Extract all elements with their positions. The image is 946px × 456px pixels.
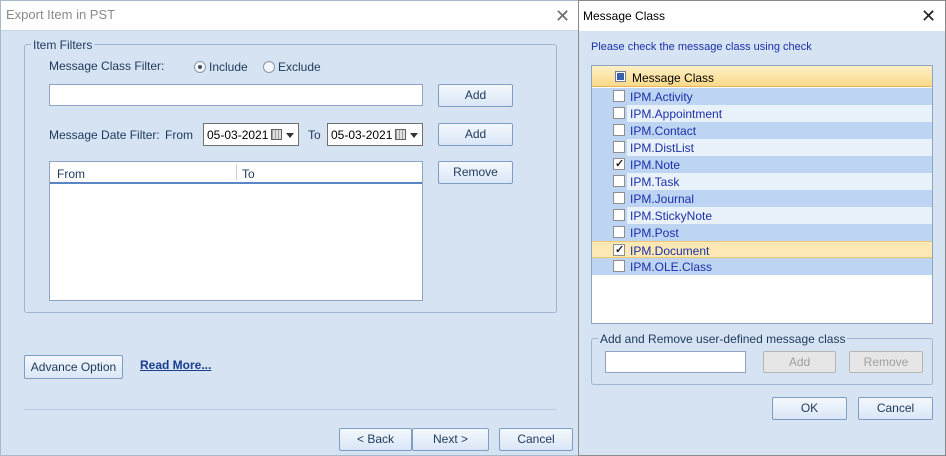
close-icon[interactable]: ✕ [921, 7, 936, 25]
user-class-input[interactable] [605, 351, 746, 373]
dialog-cancel-button[interactable]: Cancel [858, 397, 933, 420]
class-label: IPM.Appointment [630, 107, 723, 121]
list-item[interactable]: IPM.Note [592, 156, 932, 173]
chevron-down-icon [410, 133, 418, 138]
calendar-icon [271, 129, 282, 140]
partial-check-icon [617, 73, 624, 80]
class-label: IPM.Post [630, 226, 679, 240]
class-label: IPM.Contact [630, 124, 697, 138]
calendar-icon [395, 129, 406, 140]
class-label: IPM.Task [630, 175, 680, 189]
list-item[interactable]: IPM.OLE.Class [592, 258, 932, 275]
class-checkbox[interactable] [613, 209, 625, 221]
list-item[interactable]: IPM.Contact [592, 122, 932, 139]
list-item[interactable]: IPM.DistList [592, 139, 932, 156]
message-class-input[interactable] [49, 84, 423, 106]
class-label: IPM.OLE.Class [630, 260, 713, 274]
divider [24, 409, 557, 410]
column-from[interactable]: From [57, 167, 85, 181]
header-label: Message Class [632, 71, 715, 85]
back-button[interactable]: < Back [339, 428, 412, 451]
add-date-button[interactable]: Add [438, 123, 513, 146]
from-date-value: 05-03-2021 [207, 128, 269, 142]
list-item[interactable]: IPM.Appointment [592, 105, 932, 122]
class-label: IPM.DistList [630, 141, 695, 155]
class-checkbox[interactable] [613, 226, 625, 238]
class-label: IPM.Document [630, 244, 710, 258]
remove-user-class-button[interactable]: Remove [849, 351, 923, 373]
to-label: To [308, 128, 321, 142]
exclude-radio[interactable] [263, 61, 275, 73]
export-item-window: Export Item in PST ✕ Item Filters Messag… [0, 0, 580, 456]
user-defined-group-label: Add and Remove user-defined message clas… [598, 332, 848, 346]
remove-date-button[interactable]: Remove [438, 161, 513, 184]
advance-option-button[interactable]: Advance Option [24, 355, 123, 379]
from-label: From [165, 128, 193, 142]
class-checkbox[interactable] [613, 192, 625, 204]
message-class-dialog: Message Class ✕ Please check the message… [578, 0, 946, 456]
column-to[interactable]: To [242, 167, 255, 181]
exclude-label: Exclude [278, 60, 321, 74]
close-icon[interactable]: ✕ [555, 7, 570, 25]
class-label: IPM.Activity [630, 90, 693, 104]
item-filters-label: Item Filters [31, 38, 95, 52]
message-class-list[interactable]: Message Class IPM.Activity IPM.Appointmen… [591, 65, 933, 324]
class-checkbox[interactable] [613, 260, 625, 272]
class-checkbox[interactable] [613, 175, 625, 187]
column-divider [236, 164, 237, 180]
list-item[interactable]: IPM.Post [592, 224, 932, 241]
dialog-title-bar: Message Class ✕ [579, 1, 945, 31]
read-more-link[interactable]: Read More... [140, 358, 211, 372]
add-class-button[interactable]: Add [438, 84, 513, 107]
select-all-checkbox[interactable] [615, 71, 626, 82]
class-label: IPM.StickyNote [630, 209, 713, 223]
list-header: Message Class [592, 66, 932, 87]
class-label: IPM.Journal [630, 192, 695, 206]
window-title: Export Item in PST [6, 7, 116, 22]
class-checkbox[interactable] [613, 124, 625, 136]
class-label: IPM.Note [630, 158, 681, 172]
list-item[interactable]: IPM.Document [592, 241, 932, 258]
dialog-title: Message Class [583, 9, 666, 23]
message-class-filter-label: Message Class Filter: [49, 59, 165, 73]
chevron-down-icon [286, 133, 294, 138]
date-filter-list[interactable]: From To [49, 161, 423, 301]
to-date-picker[interactable]: 05-03-2021 [327, 123, 423, 146]
date-filter-label: Message Date Filter: [49, 128, 160, 142]
instruction-text: Please check the message class using che… [591, 41, 812, 53]
cancel-button[interactable]: Cancel [499, 428, 573, 451]
list-item[interactable]: IPM.Journal [592, 190, 932, 207]
include-label: Include [209, 60, 248, 74]
next-button[interactable]: Next > [412, 428, 489, 451]
title-bar: Export Item in PST ✕ [1, 1, 579, 31]
class-checkbox[interactable] [613, 157, 625, 170]
ok-button[interactable]: OK [772, 397, 847, 420]
class-checkbox[interactable] [613, 90, 625, 102]
add-user-class-button[interactable]: Add [763, 351, 836, 373]
class-checkbox[interactable] [613, 243, 625, 256]
list-item[interactable]: IPM.StickyNote [592, 207, 932, 224]
to-date-value: 05-03-2021 [331, 128, 393, 142]
list-item[interactable]: IPM.Activity [592, 88, 932, 105]
from-date-picker[interactable]: 05-03-2021 [203, 123, 299, 146]
class-checkbox[interactable] [613, 107, 625, 119]
include-radio[interactable] [194, 61, 206, 73]
list-header: From To [50, 162, 422, 184]
list-item[interactable]: IPM.Task [592, 173, 932, 190]
class-checkbox[interactable] [613, 141, 625, 153]
